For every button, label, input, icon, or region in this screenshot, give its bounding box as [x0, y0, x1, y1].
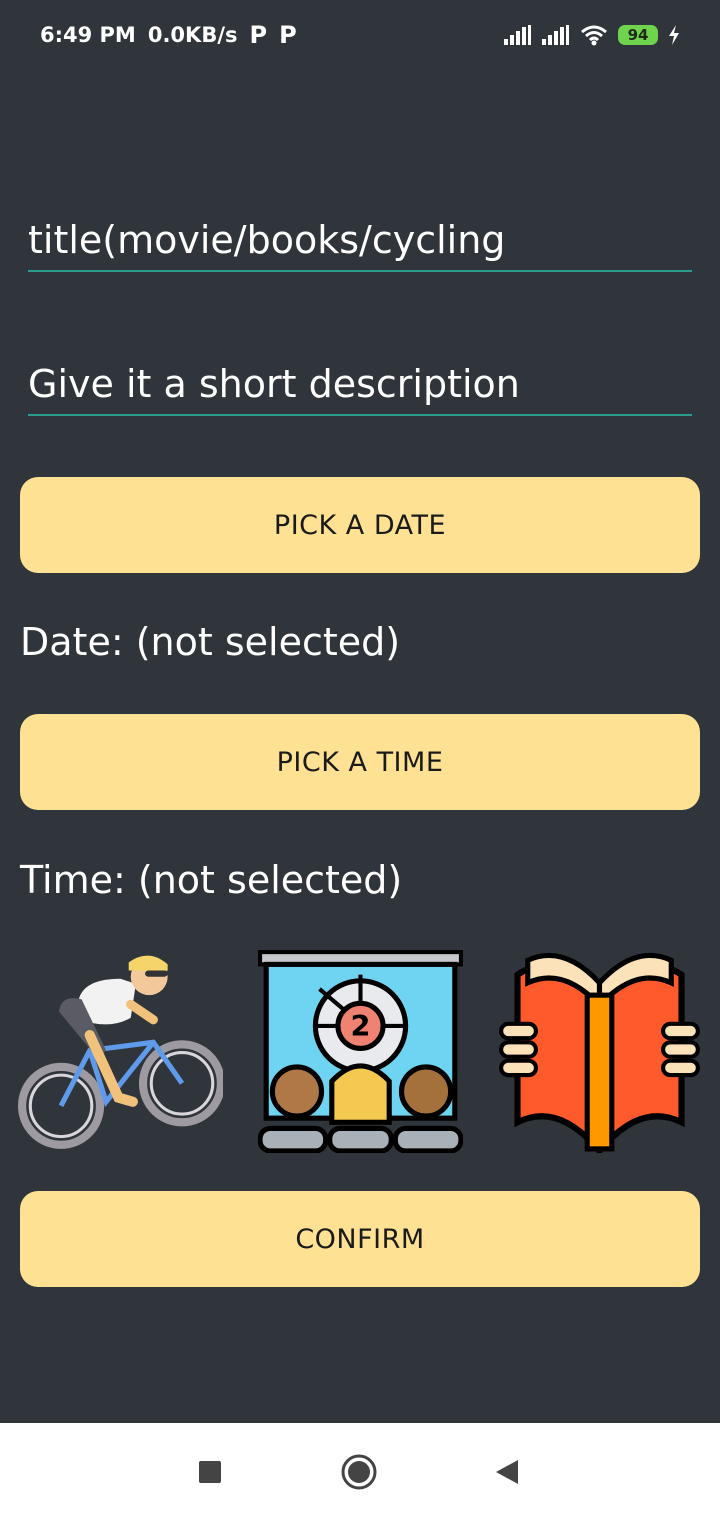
status-left: 6:49 PM 0.0KB/s P P — [40, 21, 297, 49]
book-icon[interactable] — [497, 948, 702, 1153]
status-time: 6:49 PM — [40, 23, 136, 47]
cycling-icon[interactable] — [18, 948, 223, 1153]
pick-date-button[interactable]: PICK A DATE — [20, 477, 700, 573]
confirm-button[interactable]: CONFIRM — [20, 1191, 700, 1287]
battery-icon: 94 — [618, 25, 658, 45]
status-right: 94 — [504, 24, 680, 46]
movie-icon[interactable]: 2 — [258, 948, 463, 1153]
parking-icon-2: P — [279, 21, 297, 49]
status-bar: 6:49 PM 0.0KB/s P P 94 — [0, 0, 720, 70]
title-input[interactable]: title(movie/books/cycling — [28, 218, 692, 272]
recents-icon[interactable] — [198, 1460, 222, 1484]
description-input[interactable]: Give it a short description — [28, 362, 692, 416]
charging-icon — [669, 25, 679, 45]
time-label: Time: (not selected) — [20, 858, 403, 902]
pick-time-button[interactable]: PICK A TIME — [20, 714, 700, 810]
signal-icon-2 — [542, 25, 569, 45]
signal-icon — [504, 25, 531, 45]
svg-text:2: 2 — [351, 1009, 371, 1043]
back-icon[interactable] — [494, 1458, 520, 1486]
wifi-icon — [581, 25, 607, 46]
navigation-bar — [0, 1423, 720, 1520]
network-speed: 0.0KB/s — [147, 23, 238, 47]
date-label: Date: (not selected) — [20, 620, 401, 664]
parking-icon: P — [249, 21, 268, 49]
home-icon[interactable] — [340, 1453, 378, 1491]
